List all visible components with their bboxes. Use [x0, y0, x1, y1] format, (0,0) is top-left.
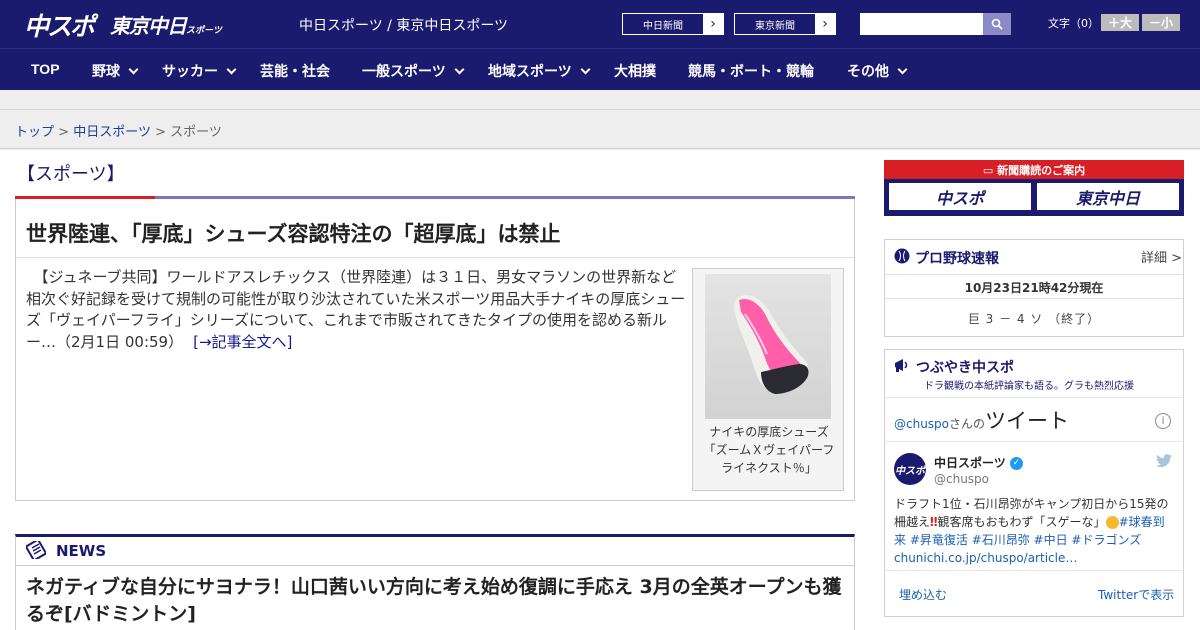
shoe-photo[interactable]: [705, 274, 831, 419]
tweets-handle-link[interactable]: @chuspo: [894, 417, 949, 431]
article-body: 【ジュネーブ共同】ワールドアスレチックス（世界陸連）は３１日、男女マラソンの世界…: [26, 267, 686, 353]
nav-label: 競馬・ボート・競輪: [688, 63, 814, 79]
chuspo-logo[interactable]: 中スポ: [24, 7, 95, 43]
nav-item-soccer[interactable]: サッカー: [162, 61, 237, 81]
tweets-heading: ツイート: [985, 409, 1070, 433]
article-headline[interactable]: 世界陸連、「厚底」シューズ容認特注の「超厚底」は禁止: [26, 218, 560, 248]
baseball-detail-link[interactable]: 詳細 >: [1141, 247, 1182, 266]
section-title: 【スポーツ】: [17, 164, 125, 185]
search-button[interactable]: [983, 13, 1011, 35]
nav-item-sumo[interactable]: 大相撲: [614, 61, 656, 81]
font-size-label: 文字（0）: [1048, 17, 1099, 30]
tokyo-chunichi-logo[interactable]: 東京中日スポーツ: [110, 10, 222, 39]
baseball-score[interactable]: 巨 3 － 4 ソ （終了）: [884, 310, 1184, 327]
article-photo-box: ナイキの厚底シューズ「ズームＸヴェイパーフライネクスト％」: [692, 268, 844, 491]
read-more-link[interactable]: [→記事全文へ]: [193, 333, 292, 351]
tweets-san: さんの: [949, 417, 986, 431]
baseball-date: 10月23日21時42分現在: [964, 281, 1104, 295]
font-bigger-button[interactable]: ＋大: [1101, 14, 1139, 31]
breadcrumb-separator: >: [58, 125, 70, 140]
chevron-down-icon: [454, 64, 465, 75]
exclamation-icon: ‼: [930, 515, 938, 529]
baseball-title: プロ野球速報: [915, 251, 999, 267]
font-smaller-button[interactable]: －小: [1142, 14, 1180, 31]
nav-item-entertainment[interactable]: 芸能・社会: [260, 61, 330, 81]
sub-bar: [0, 90, 1200, 110]
news-headline[interactable]: ネガティブな自分にサヨナラ！山口茜いい方向に考え始め復調に手応え 3月の全英オー…: [26, 574, 846, 628]
article-excerpt: 【ジュネーブ共同】ワールドアスレチックス（世界陸連）は３１日、男女マラソンの世界…: [26, 268, 686, 351]
nav-item-baseball[interactable]: 野球: [92, 61, 139, 81]
nav-label: 野球: [92, 63, 120, 79]
main-nav: TOP 野球 サッカー 芸能・社会 一般スポーツ 地域スポーツ 大相撲 競馬・ボ…: [0, 48, 1200, 90]
smiling-face-icon: [1105, 516, 1119, 529]
header-sites-text: 中日スポーツ / 東京中日スポーツ: [299, 18, 509, 34]
twitter-panel-title: つぶやき中スポ: [916, 360, 1014, 376]
embed-link[interactable]: 埋め込む: [899, 586, 947, 603]
chevron-down-icon: [226, 64, 237, 75]
newspaper-icon: ▭: [982, 164, 998, 177]
breadcrumb-chunichi-link[interactable]: 中日スポーツ: [73, 125, 151, 140]
nav-label: サッカー: [162, 63, 218, 79]
author-name-text: 中日スポーツ: [934, 456, 1006, 470]
tokyo-logo-main: 東京中日: [110, 14, 187, 38]
chevron-down-icon: [580, 64, 591, 75]
megaphone-icon: [895, 359, 908, 372]
search-input[interactable]: [860, 13, 983, 35]
tweet-text: ドラフト1位・石川昂弥がキャンプ初日から15発の柵越え‼観客席もおもわず「スゲー…: [894, 495, 1176, 567]
chevron-right-icon: ›: [703, 14, 723, 34]
baseball-icon: [894, 248, 910, 264]
divider: [16, 257, 854, 258]
shoe-image: [705, 274, 831, 419]
avatar[interactable]: 中スポ: [894, 453, 926, 485]
nav-item-other[interactable]: その他: [847, 61, 908, 81]
site-header: 中スポ 東京中日スポーツ 中日スポーツ / 東京中日スポーツ 中日新聞 › 東京…: [0, 0, 1200, 48]
tweets-header: @chuspoさんのツイート: [894, 405, 1069, 435]
subscription-title-text: 新聞購読のご案内: [997, 164, 1086, 177]
tokyo-logo-sub: スポーツ: [186, 26, 222, 36]
tweet-text-part: 観客席もおもわず「スゲーな」: [937, 515, 1106, 529]
subscription-title: ▭ 新聞購読のご案内: [884, 162, 1184, 178]
tokyo-shimbun-button[interactable]: 東京新聞 ›: [734, 13, 836, 35]
news-label: NEWS: [56, 542, 107, 560]
nav-label: 一般スポーツ: [362, 63, 446, 79]
divider: [884, 570, 1184, 571]
nav-label: 大相撲: [614, 63, 656, 79]
nav-item-top[interactable]: TOP: [31, 61, 60, 77]
search-icon: [991, 18, 1003, 30]
twitter-panel-subtitle: ドラ観戦の本紙評論家も語る。グラも熱烈応援: [924, 381, 1134, 392]
news-header: [15, 534, 855, 565]
breadcrumb-top-link[interactable]: トップ: [15, 125, 54, 140]
breadcrumb-separator: >: [155, 125, 166, 140]
tweet-author-handle[interactable]: @chuspo: [934, 472, 989, 486]
nav-label: TOP: [31, 61, 60, 77]
divider: [884, 274, 1184, 275]
nav-label: 地域スポーツ: [488, 63, 572, 79]
twitter-bird-icon[interactable]: [1156, 454, 1172, 472]
chevron-right-icon: ›: [815, 14, 835, 34]
breadcrumb: トップ > 中日スポーツ > スポーツ: [15, 121, 222, 140]
nav-item-general-sports[interactable]: 一般スポーツ: [362, 61, 465, 81]
chunichi-shimbun-label: 中日新聞: [643, 20, 683, 32]
divider: [884, 298, 1184, 299]
subscribe-chuspo-button[interactable]: 中スポ: [888, 182, 1032, 211]
divider: [884, 441, 1184, 442]
newspaper-icon: [26, 541, 46, 559]
info-icon[interactable]: i: [1155, 413, 1171, 429]
subscribe-tokyo-button[interactable]: 東京中日: [1036, 182, 1180, 211]
nav-label: その他: [847, 63, 889, 79]
nav-item-racing[interactable]: 競馬・ボート・競輪: [688, 61, 814, 81]
tokyo-shimbun-label: 東京新聞: [755, 20, 795, 32]
nav-label: 芸能・社会: [260, 63, 330, 79]
divider: [884, 397, 1184, 398]
chunichi-shimbun-button[interactable]: 中日新聞 ›: [622, 13, 724, 35]
breadcrumb-current: スポーツ: [170, 125, 222, 140]
view-on-twitter-link[interactable]: Twitterで表示: [1098, 586, 1174, 603]
photo-caption: ナイキの厚底シューズ「ズームＸヴェイパーフライネクスト％」: [703, 425, 835, 475]
verified-icon: ✓: [1009, 457, 1023, 470]
tweet-author-name[interactable]: 中日スポーツ ✓: [934, 454, 1023, 471]
chevron-down-icon: [897, 64, 908, 75]
chevron-down-icon: [128, 64, 139, 75]
nav-item-local-sports[interactable]: 地域スポーツ: [488, 61, 591, 81]
tweet-link[interactable]: chunichi.co.jp/chuspo/article…: [894, 551, 1077, 565]
